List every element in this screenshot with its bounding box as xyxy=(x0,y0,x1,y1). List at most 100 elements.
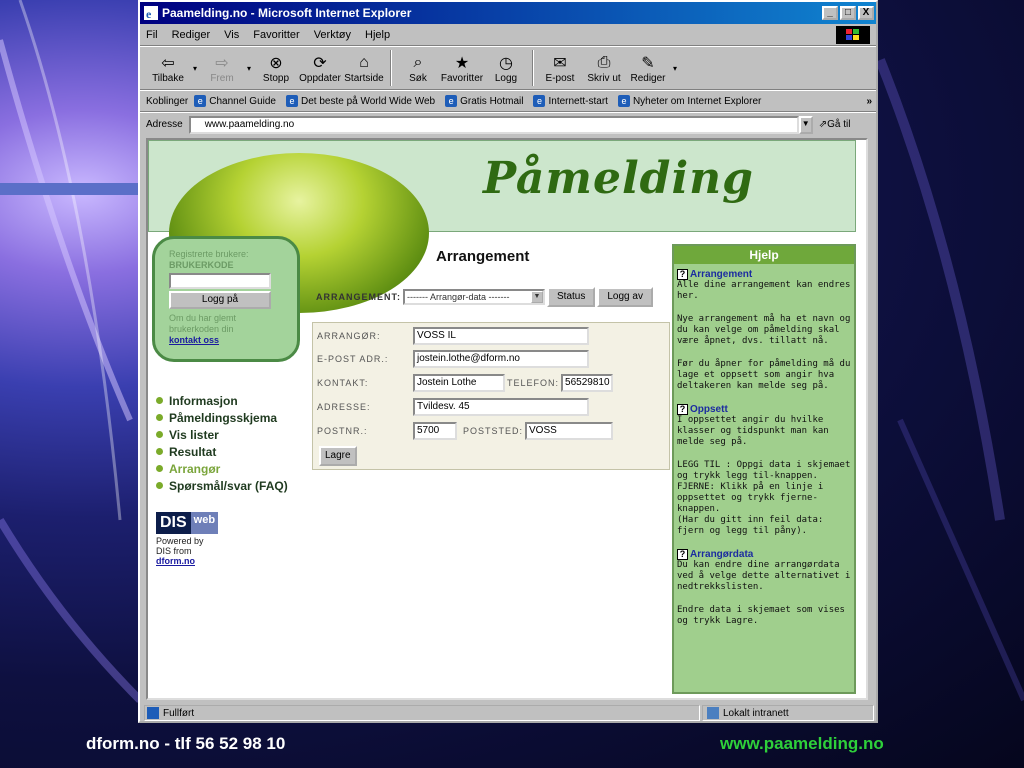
refresh-icon: ⟳ xyxy=(313,54,327,72)
history-label: Logg xyxy=(494,72,518,84)
stop-button[interactable]: ⊗ Stopp xyxy=(254,53,298,84)
help-section-title[interactable]: ? Arrangement xyxy=(677,269,851,280)
mail-button[interactable]: ✉ E-post xyxy=(538,53,582,84)
ie-page-icon: e xyxy=(285,95,298,107)
help-paragraph: Endre data i skjemaet som vises og trykk… xyxy=(677,605,851,626)
address-bar: Adresse www.paamelding.no ▼ ⇗Gå til xyxy=(140,112,876,136)
phone-input[interactable]: 56529810 xyxy=(561,374,614,392)
search-icon: ⌕ xyxy=(413,53,423,71)
form-row-email: E-POST ADR.: jostein.lothe@dform.no xyxy=(317,350,589,368)
link-hotmail[interactable]: e Gratis Hotmail xyxy=(445,95,523,107)
dform-link[interactable]: dform.no xyxy=(156,556,218,566)
status-button[interactable]: Status xyxy=(547,287,596,307)
search-button[interactable]: ⌕ Søk xyxy=(396,53,440,84)
intranet-icon xyxy=(707,707,719,719)
back-dropdown[interactable]: ▾ xyxy=(190,64,200,73)
menu-help[interactable]: Hjelp xyxy=(365,29,390,41)
usercode-input[interactable] xyxy=(169,273,271,289)
organizer-form: ARRANGØR: VOSS IL E-POST ADR.: jostein.l… xyxy=(312,322,670,470)
site-logo: Påmelding xyxy=(483,153,754,204)
link-label: Internett-start xyxy=(548,95,608,107)
nav-item-results[interactable]: Resultat xyxy=(156,443,288,460)
menu-tools[interactable]: Verktøy xyxy=(314,29,351,41)
link-label: Channel Guide xyxy=(209,95,276,107)
menu-view[interactable]: Vis xyxy=(224,29,239,41)
link-best-of-web[interactable]: e Det beste på World Wide Web xyxy=(285,95,435,107)
logout-button[interactable]: Logg av xyxy=(597,287,653,307)
nav-item-registration-form[interactable]: Påmeldingsskjema xyxy=(156,409,288,426)
menu-edit[interactable]: Rediger xyxy=(172,29,211,41)
login-button[interactable]: Logg på xyxy=(169,291,271,309)
nav-item-faq[interactable]: Spørsmål/svar (FAQ) xyxy=(156,477,288,494)
print-icon: ⎙ xyxy=(597,53,611,71)
forward-label: Frem xyxy=(210,72,234,84)
forward-dropdown[interactable]: ▾ xyxy=(244,64,254,73)
contact-link[interactable]: kontakt oss xyxy=(169,335,283,346)
link-label: Nyheter om Internet Explorer xyxy=(632,95,762,107)
print-button[interactable]: ⎙ Skriv ut xyxy=(582,53,626,84)
history-button[interactable]: ◷ Logg xyxy=(484,53,528,84)
minimize-button[interactable]: _ xyxy=(822,6,838,20)
edit-dropdown[interactable]: ▾ xyxy=(670,64,680,73)
arrangement-row: ARRANGEMENT: ------- Arrangør-data -----… xyxy=(316,287,653,307)
history-icon: ◷ xyxy=(499,54,513,72)
nav-item-organizer[interactable]: Arrangør xyxy=(156,460,288,477)
zip-input[interactable]: 5700 xyxy=(413,422,457,440)
contact-input[interactable]: Jostein Lothe xyxy=(413,374,505,392)
home-icon: ⌂ xyxy=(359,53,369,71)
contact-label: KONTAKT: xyxy=(317,378,369,388)
mail-icon: ✉ xyxy=(553,54,567,72)
nav-item-information[interactable]: Informasjon xyxy=(156,392,288,409)
nav-item-show-lists[interactable]: Vis lister xyxy=(156,426,288,443)
go-label: Gå til xyxy=(827,119,851,130)
search-label: Søk xyxy=(409,72,427,84)
maximize-button[interactable]: □ xyxy=(840,6,856,20)
links-more-button[interactable]: » xyxy=(866,96,872,107)
status-main: Fullført xyxy=(144,705,700,721)
link-ie-news[interactable]: e Nyheter om Internet Explorer xyxy=(617,95,762,107)
back-button[interactable]: ⇦ Tilbake xyxy=(146,53,190,84)
link-channel-guide[interactable]: e Channel Guide xyxy=(194,95,276,107)
home-label: Startside xyxy=(344,72,384,84)
refresh-button[interactable]: ⟳ Oppdater xyxy=(298,53,342,84)
edit-button[interactable]: ✎ Rediger xyxy=(626,53,670,84)
home-button[interactable]: ⌂ Startside xyxy=(342,53,386,84)
city-input[interactable]: VOSS xyxy=(525,422,614,440)
close-button[interactable]: X xyxy=(858,6,874,20)
dis-web-mark: DIS web xyxy=(156,512,219,534)
help-paragraph: Før du åpner for påmelding må du lage et… xyxy=(677,359,856,391)
save-button[interactable]: Lagre xyxy=(319,446,357,466)
help-body: ? Arrangement Alle dine arrangement kan e… xyxy=(674,264,854,642)
menu-favorites[interactable]: Favoritter xyxy=(253,29,299,41)
side-nav: Informasjon Påmeldingsskjema Vis lister … xyxy=(156,392,288,494)
nav-label: Resultat xyxy=(169,444,217,459)
header-band: Påmelding xyxy=(148,140,856,313)
nav-label: Vis lister xyxy=(169,427,219,442)
arrangement-select[interactable]: ------- Arrangør-data ------- ▼ xyxy=(403,289,545,305)
title-bar: e Paamelding.no - Microsoft Internet Exp… xyxy=(140,2,876,24)
email-input[interactable]: jostein.lothe@dform.no xyxy=(413,350,589,368)
city-label: POSTSTED: xyxy=(463,426,524,436)
windows-logo-icon xyxy=(836,25,870,44)
toolbar-separator xyxy=(390,50,392,86)
chevron-down-icon: ▼ xyxy=(531,291,543,303)
address-label: ADRESSE: xyxy=(317,402,371,412)
go-button[interactable]: ⇗Gå til xyxy=(819,119,851,130)
section-title: Arrangement xyxy=(436,248,530,265)
forward-button[interactable]: ⇨ Frem xyxy=(200,53,244,84)
menu-file[interactable]: Fil xyxy=(146,29,158,41)
help-section-title[interactable]: ? Oppsett xyxy=(677,404,851,415)
street-input[interactable]: Tvildesv. 45 xyxy=(413,398,589,416)
favorites-button[interactable]: ★ Favoritter xyxy=(440,53,484,84)
address-input[interactable]: www.paamelding.no xyxy=(188,115,799,134)
status-zone: Lokalt intranett xyxy=(702,705,874,721)
link-internet-start[interactable]: e Internett-start xyxy=(533,95,608,107)
address-dropdown[interactable]: ▼ xyxy=(798,115,813,134)
mail-label: E-post xyxy=(545,72,575,84)
help-section-title[interactable]: ? Arrangørdata xyxy=(677,549,851,560)
back-label: Tilbake xyxy=(152,72,184,84)
organizer-input[interactable]: VOSS IL xyxy=(413,327,589,345)
ie-page-icon: e xyxy=(194,95,207,107)
bullet-icon xyxy=(156,448,163,455)
edit-label: Rediger xyxy=(630,72,666,84)
